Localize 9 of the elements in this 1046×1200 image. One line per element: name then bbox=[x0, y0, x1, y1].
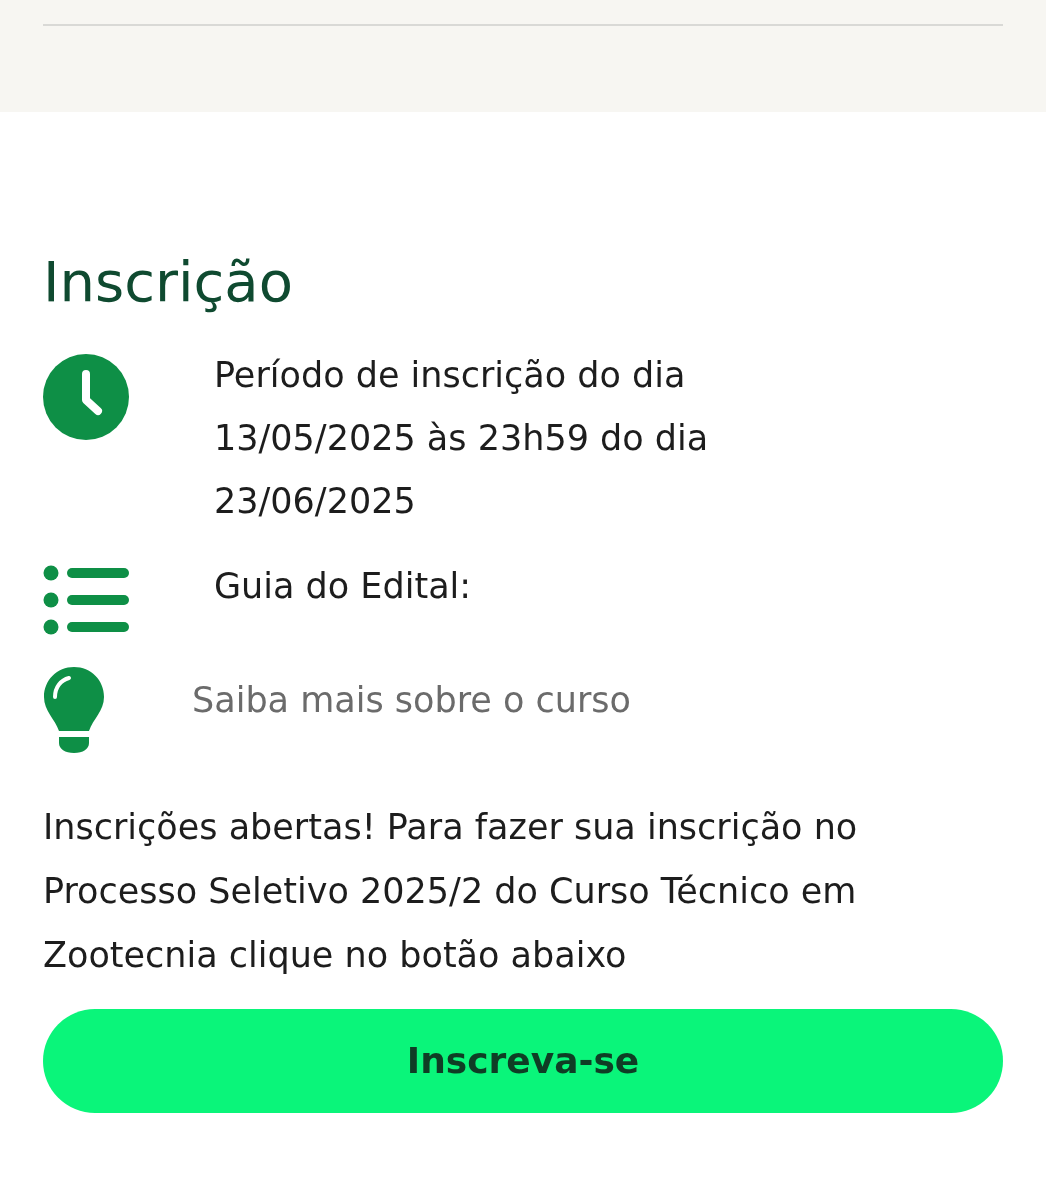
register-button[interactable]: Inscreva-se bbox=[43, 1009, 1003, 1113]
clock-icon bbox=[43, 354, 129, 440]
course-info-link[interactable]: Saiba mais sobre o curso bbox=[192, 669, 631, 732]
info-text: Período de inscrição do dia 13/05/2025 às 23h59 do dia 23/06/2025 bbox=[214, 354, 710, 523]
list-icon bbox=[43, 565, 129, 635]
info-text: Guia do Edital: bbox=[214, 565, 472, 608]
lightbulb-icon bbox=[43, 667, 105, 753]
description: Inscrições abertas! Para fazer sua inscrição no Processo Seletivo 2025/2 do Curso Técnico em Zootecnia clique no botão abaixo bbox=[43, 806, 859, 977]
section-title: Inscrição bbox=[43, 250, 293, 314]
